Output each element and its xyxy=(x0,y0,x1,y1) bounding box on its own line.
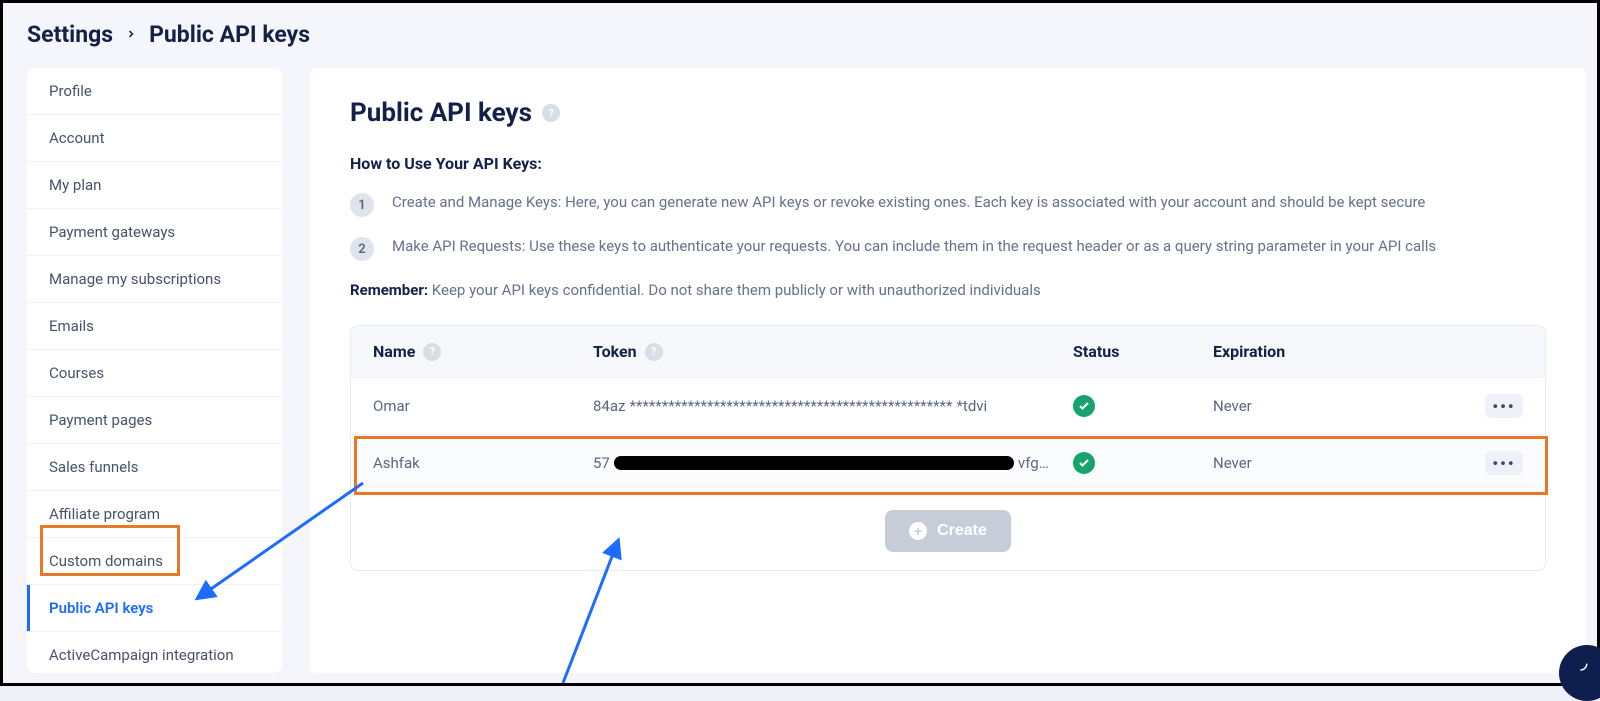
redacted-token-icon xyxy=(614,456,1014,470)
breadcrumb-current: Public API keys xyxy=(149,21,310,48)
col-expiration: Expiration xyxy=(1213,342,1433,361)
col-status: Status xyxy=(1073,342,1213,361)
sidebar-item-payment-pages[interactable]: Payment pages xyxy=(27,397,282,444)
sidebar-item-profile[interactable]: Profile xyxy=(27,68,282,115)
page-title: Public API keys xyxy=(350,98,532,128)
col-token: Token ? xyxy=(593,342,1073,361)
check-circle-icon xyxy=(1073,452,1095,474)
sidebar-item-sales-funnels[interactable]: Sales funnels xyxy=(27,444,282,491)
cell-expiration: Never xyxy=(1213,397,1433,415)
cell-status xyxy=(1073,395,1213,417)
sidebar-item-manage-my-subscriptions[interactable]: Manage my subscriptions xyxy=(27,256,282,303)
breadcrumb: Settings Public API keys xyxy=(3,3,1597,58)
remember-note: Remember: Keep your API keys confidentia… xyxy=(350,281,1546,299)
cell-token: 84az************************************… xyxy=(593,397,1073,415)
howto-heading: How to Use Your API Keys: xyxy=(350,154,1546,173)
step-text: Create and Manage Keys: Here, you can ge… xyxy=(392,193,1425,211)
sidebar-item-custom-domains[interactable]: Custom domains xyxy=(27,538,282,585)
table-header: Name ? Token ? Status Expiration xyxy=(351,326,1545,377)
cell-name: Ashfak xyxy=(373,454,593,472)
step-number-icon: 1 xyxy=(350,193,374,217)
sidebar-item-courses[interactable]: Courses xyxy=(27,350,282,397)
cell-expiration: Never xyxy=(1213,454,1433,472)
row-actions-button[interactable]: ••• xyxy=(1485,451,1523,475)
chevron-right-icon xyxy=(125,25,137,44)
step-text: Make API Requests: Use these keys to aut… xyxy=(392,237,1436,255)
table-row: Ashfak 57 vfg… Never ••• xyxy=(351,434,1545,491)
sidebar-item-public-api-keys[interactable]: Public API keys xyxy=(27,585,282,632)
cell-token: 57 vfg… xyxy=(593,454,1073,472)
sidebar-item-emails[interactable]: Emails xyxy=(27,303,282,350)
howto-step-1: 1 Create and Manage Keys: Here, you can … xyxy=(350,193,1546,217)
cell-name: Omar xyxy=(373,397,593,415)
sidebar-item-affiliate-program[interactable]: Affiliate program xyxy=(27,491,282,538)
api-keys-table: Name ? Token ? Status Expiration xyxy=(350,325,1546,571)
howto-step-2: 2 Make API Requests: Use these keys to a… xyxy=(350,237,1546,261)
sidebar-item-my-plan[interactable]: My plan xyxy=(27,162,282,209)
plus-circle-icon: + xyxy=(909,522,927,540)
help-icon[interactable]: ? xyxy=(423,343,441,361)
help-icon[interactable]: ? xyxy=(645,343,663,361)
help-icon[interactable]: ? xyxy=(542,104,560,122)
sidebar-item-account[interactable]: Account xyxy=(27,115,282,162)
col-name: Name ? xyxy=(373,342,593,361)
step-number-icon: 2 xyxy=(350,237,374,261)
cell-status xyxy=(1073,452,1213,474)
table-row: Omar 84az*******************************… xyxy=(351,377,1545,434)
check-circle-icon xyxy=(1073,395,1095,417)
row-actions-button[interactable]: ••• xyxy=(1485,394,1523,418)
sidebar-item-payment-gateways[interactable]: Payment gateways xyxy=(27,209,282,256)
breadcrumb-root[interactable]: Settings xyxy=(27,21,113,48)
sidebar-item-activecampaign-integration[interactable]: ActiveCampaign integration xyxy=(27,632,282,673)
settings-sidebar: ProfileAccountMy planPayment gatewaysMan… xyxy=(27,68,282,673)
create-button[interactable]: + Create xyxy=(885,510,1011,552)
main-panel: Public API keys ? How to Use Your API Ke… xyxy=(310,68,1586,673)
